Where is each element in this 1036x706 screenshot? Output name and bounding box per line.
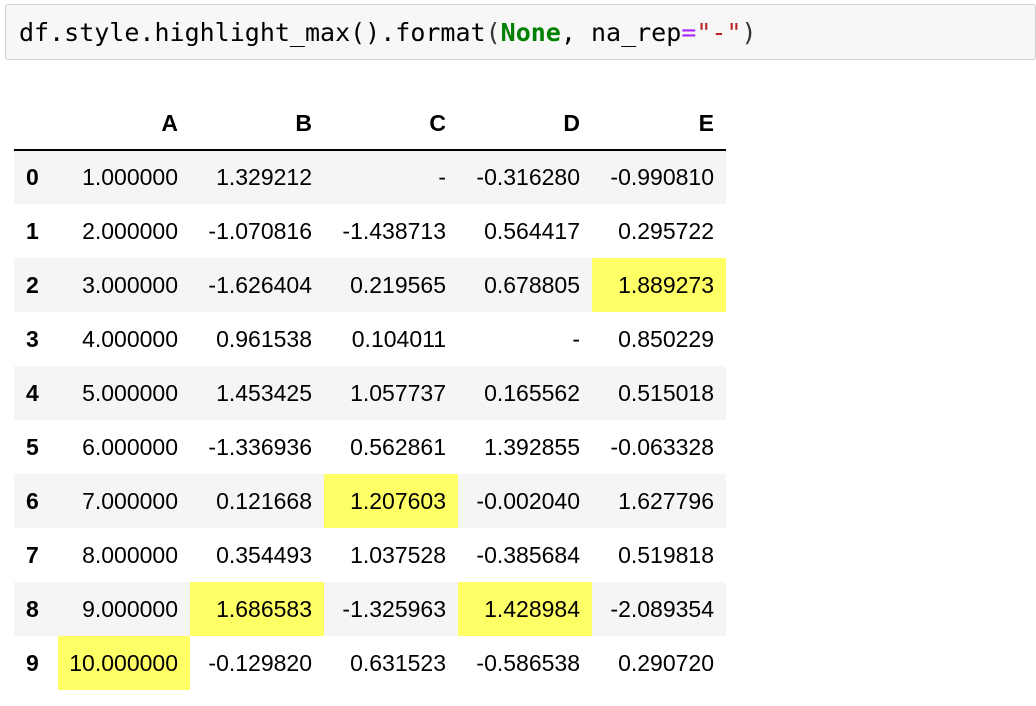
code-mid: , na_rep: [560, 18, 682, 47]
table-cell: 10.000000: [58, 636, 190, 690]
table-cell: -0.129820: [208, 649, 312, 676]
table-row: 6 7.000000 0.121668 1.207603 -0.002040 1.6277…: [14, 474, 726, 528]
table-cell: -1.626404: [208, 271, 312, 298]
table-cell: 3.000000: [82, 271, 178, 298]
table-cell: 0.564417: [484, 217, 580, 244]
index-header: [14, 98, 58, 151]
row-index: 7: [26, 541, 39, 568]
cell-output: A B C D E 0 1.000000 1.329212- -0.316280 -0.…: [14, 98, 726, 690]
table-cell: 0.519818: [618, 541, 714, 568]
table-row: 3 4.000000 0.961538 0.104011 - 0.850229: [14, 312, 726, 366]
table-cell: 2.000000: [82, 217, 178, 244]
table-cell: -0.063328: [610, 433, 714, 460]
table-cell: 6.000000: [82, 433, 178, 460]
table-cell: 0.219565: [350, 271, 446, 298]
table-cell: 1.000000: [82, 164, 178, 190]
table-cell: -0.586538: [476, 649, 580, 676]
table-cell: 1.037528: [350, 541, 446, 568]
table-cell: 0.562861: [350, 433, 446, 460]
table-cell: 9.000000: [82, 595, 178, 622]
table-cell: 0.515018: [618, 379, 714, 406]
row-index: 8: [26, 595, 39, 622]
table-row: 8 9.000000 1.686583 -1.325963 1.428984 -2.089…: [14, 582, 726, 636]
table-row: 5 6.000000 -1.336936 0.562861 1.392855 -0.063…: [14, 420, 726, 474]
code-cell-input[interactable]: df.style.highlight_max().format(None, na…: [5, 4, 1036, 60]
table-row: 0 1.000000 1.329212 - -0.316280 -0.990810: [14, 150, 726, 204]
table-cell: 0.165562: [484, 379, 580, 406]
table-row: 9 10.000000 -0.129820 0.631523 -0.586538 0.29…: [14, 636, 726, 690]
column-header-d: D: [458, 98, 592, 151]
row-index: 9: [26, 649, 39, 676]
table-cell: 0.295722: [618, 217, 714, 244]
table-cell: 1.057737: [350, 379, 446, 406]
table-cell: -0.316280: [476, 164, 580, 190]
table-cell: 0.678805: [484, 271, 580, 298]
table-cell: 0.104011: [351, 325, 446, 352]
table-cell: -1.070816: [208, 217, 312, 244]
table-cell: -: [438, 164, 446, 190]
column-header-c: C: [324, 98, 458, 151]
table-cell: 1.428984: [458, 582, 592, 636]
table-cell: 1.627796: [618, 487, 714, 514]
table-cell: 1.207603: [324, 474, 458, 528]
table-cell: 0.631523: [350, 649, 446, 676]
table-cell: 0.961538: [216, 325, 312, 352]
row-index: 4: [26, 379, 39, 406]
table-row: 4 5.000000 1.453425 1.057737 0.165562 0.51501…: [14, 366, 726, 420]
table-cell: -0.385684: [476, 541, 580, 568]
row-index: 3: [26, 325, 39, 352]
table-cell: -2.089354: [610, 595, 714, 622]
code-open-paren: (: [485, 18, 501, 47]
table-cell: -0.990810: [610, 164, 714, 190]
table-cell: 1.686583: [190, 582, 324, 636]
row-index: 5: [26, 433, 39, 460]
table-row: 2 3.000000 -1.626404 0.219565 0.678805 1.8892…: [14, 258, 726, 312]
table-cell: -1.336936: [208, 433, 312, 460]
code-close-paren: ): [741, 18, 757, 47]
column-header-e: E: [592, 98, 726, 151]
table-cell: -1.325963: [342, 595, 446, 622]
table-cell: 0.850229: [618, 325, 714, 352]
table-row: 1 2.000000 -1.070816 -1.438713 0.564417 0.295…: [14, 204, 726, 258]
table-cell: 7.000000: [82, 487, 178, 514]
column-header-a: A: [58, 98, 190, 151]
table-cell: -0.002040: [476, 487, 580, 514]
row-index: 2: [26, 271, 39, 298]
code-keyword: None: [500, 18, 561, 47]
code-prefix: df.style.highlight_max().format: [19, 18, 486, 47]
table-cell: 1.453425: [216, 379, 312, 406]
table-body: 0 1.000000 1.329212 - -0.316280 -0.990810 1 2.0…: [14, 150, 726, 690]
dataframe-table: A B C D E 0 1.000000 1.329212- -0.316280 -0.…: [14, 98, 726, 690]
code-equals: =: [681, 18, 697, 47]
table-cell: -1.438713: [342, 217, 446, 244]
table-cell: 8.000000: [82, 541, 178, 568]
table-cell: -: [572, 325, 580, 352]
table-cell: 0.121668: [216, 487, 312, 514]
table-cell: 1.392855: [484, 433, 580, 460]
code-string: "-": [696, 18, 742, 47]
row-index: 0: [26, 164, 39, 190]
table-cell: 1.889273: [592, 258, 726, 312]
table-cell: 5.000000: [82, 379, 178, 406]
table-cell: 1.329212: [216, 164, 312, 190]
table-header-row: A B C D E: [14, 98, 726, 151]
column-header-b: B: [190, 98, 324, 151]
row-index: 6: [26, 487, 39, 514]
table-cell: 4.000000: [82, 325, 178, 352]
table-cell: 0.290720: [618, 649, 714, 676]
row-index: 1: [26, 217, 39, 244]
table-row: 7 8.000000 0.354493 1.037528 -0.385684 0.5198…: [14, 528, 726, 582]
table-cell: 0.354493: [216, 541, 312, 568]
